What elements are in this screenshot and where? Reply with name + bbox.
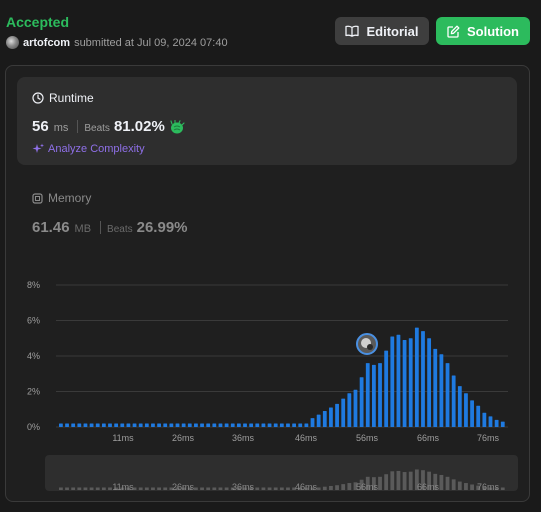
editorial-button[interactable]: Editorial xyxy=(335,17,429,45)
submission-status: Accepted xyxy=(6,14,70,30)
user-avatar[interactable] xyxy=(6,36,19,49)
solution-button-label: Solution xyxy=(467,23,519,39)
memory-value: 61.46 xyxy=(32,219,70,236)
solution-button[interactable]: Solution xyxy=(436,17,530,45)
clapping-hands-icon xyxy=(170,119,185,133)
submitted-at-text: submitted at Jul 09, 2024 07:40 xyxy=(74,36,228,49)
analyze-complexity-label: Analyze Complexity xyxy=(48,143,145,155)
memory-label: Memory xyxy=(48,191,92,205)
runtime-beats-value: 81.02% xyxy=(113,118,165,135)
runtime-divider xyxy=(77,120,79,133)
clock-icon xyxy=(32,92,44,104)
your-submission-marker[interactable] xyxy=(356,333,378,355)
editorial-button-label: Editorial xyxy=(366,23,419,39)
username-link[interactable]: artofcom xyxy=(23,37,70,49)
memory-beats-value: 26.99% xyxy=(136,219,188,236)
chart-range-slider[interactable] xyxy=(45,455,518,491)
memory-chip-icon xyxy=(32,192,43,204)
runtime-unit: ms xyxy=(53,122,69,134)
runtime-value: 56 xyxy=(32,118,49,135)
sparkle-icon xyxy=(32,143,44,153)
runtime-card[interactable]: Runtime 56 ms Beats 81.02% Analyze Compl… xyxy=(17,77,517,165)
runtime-beats-label: Beats xyxy=(84,123,110,134)
memory-stats: 61.46 MB Beats 26.99% xyxy=(32,219,188,236)
memory-beats-label: Beats xyxy=(107,224,133,235)
runtime-stats: 56 ms Beats 81.02% xyxy=(32,118,185,135)
book-open-icon xyxy=(345,25,360,37)
submission-info: artofcom submitted at Jul 09, 2024 07:40 xyxy=(6,36,228,49)
runtime-heading: Runtime xyxy=(32,91,94,105)
memory-unit: MB xyxy=(74,223,92,235)
memory-heading[interactable]: Memory xyxy=(32,191,91,205)
memory-divider xyxy=(100,221,102,234)
analyze-complexity-link[interactable]: Analyze Complexity xyxy=(32,143,145,155)
edit-icon xyxy=(447,25,460,38)
runtime-label: Runtime xyxy=(49,91,94,105)
